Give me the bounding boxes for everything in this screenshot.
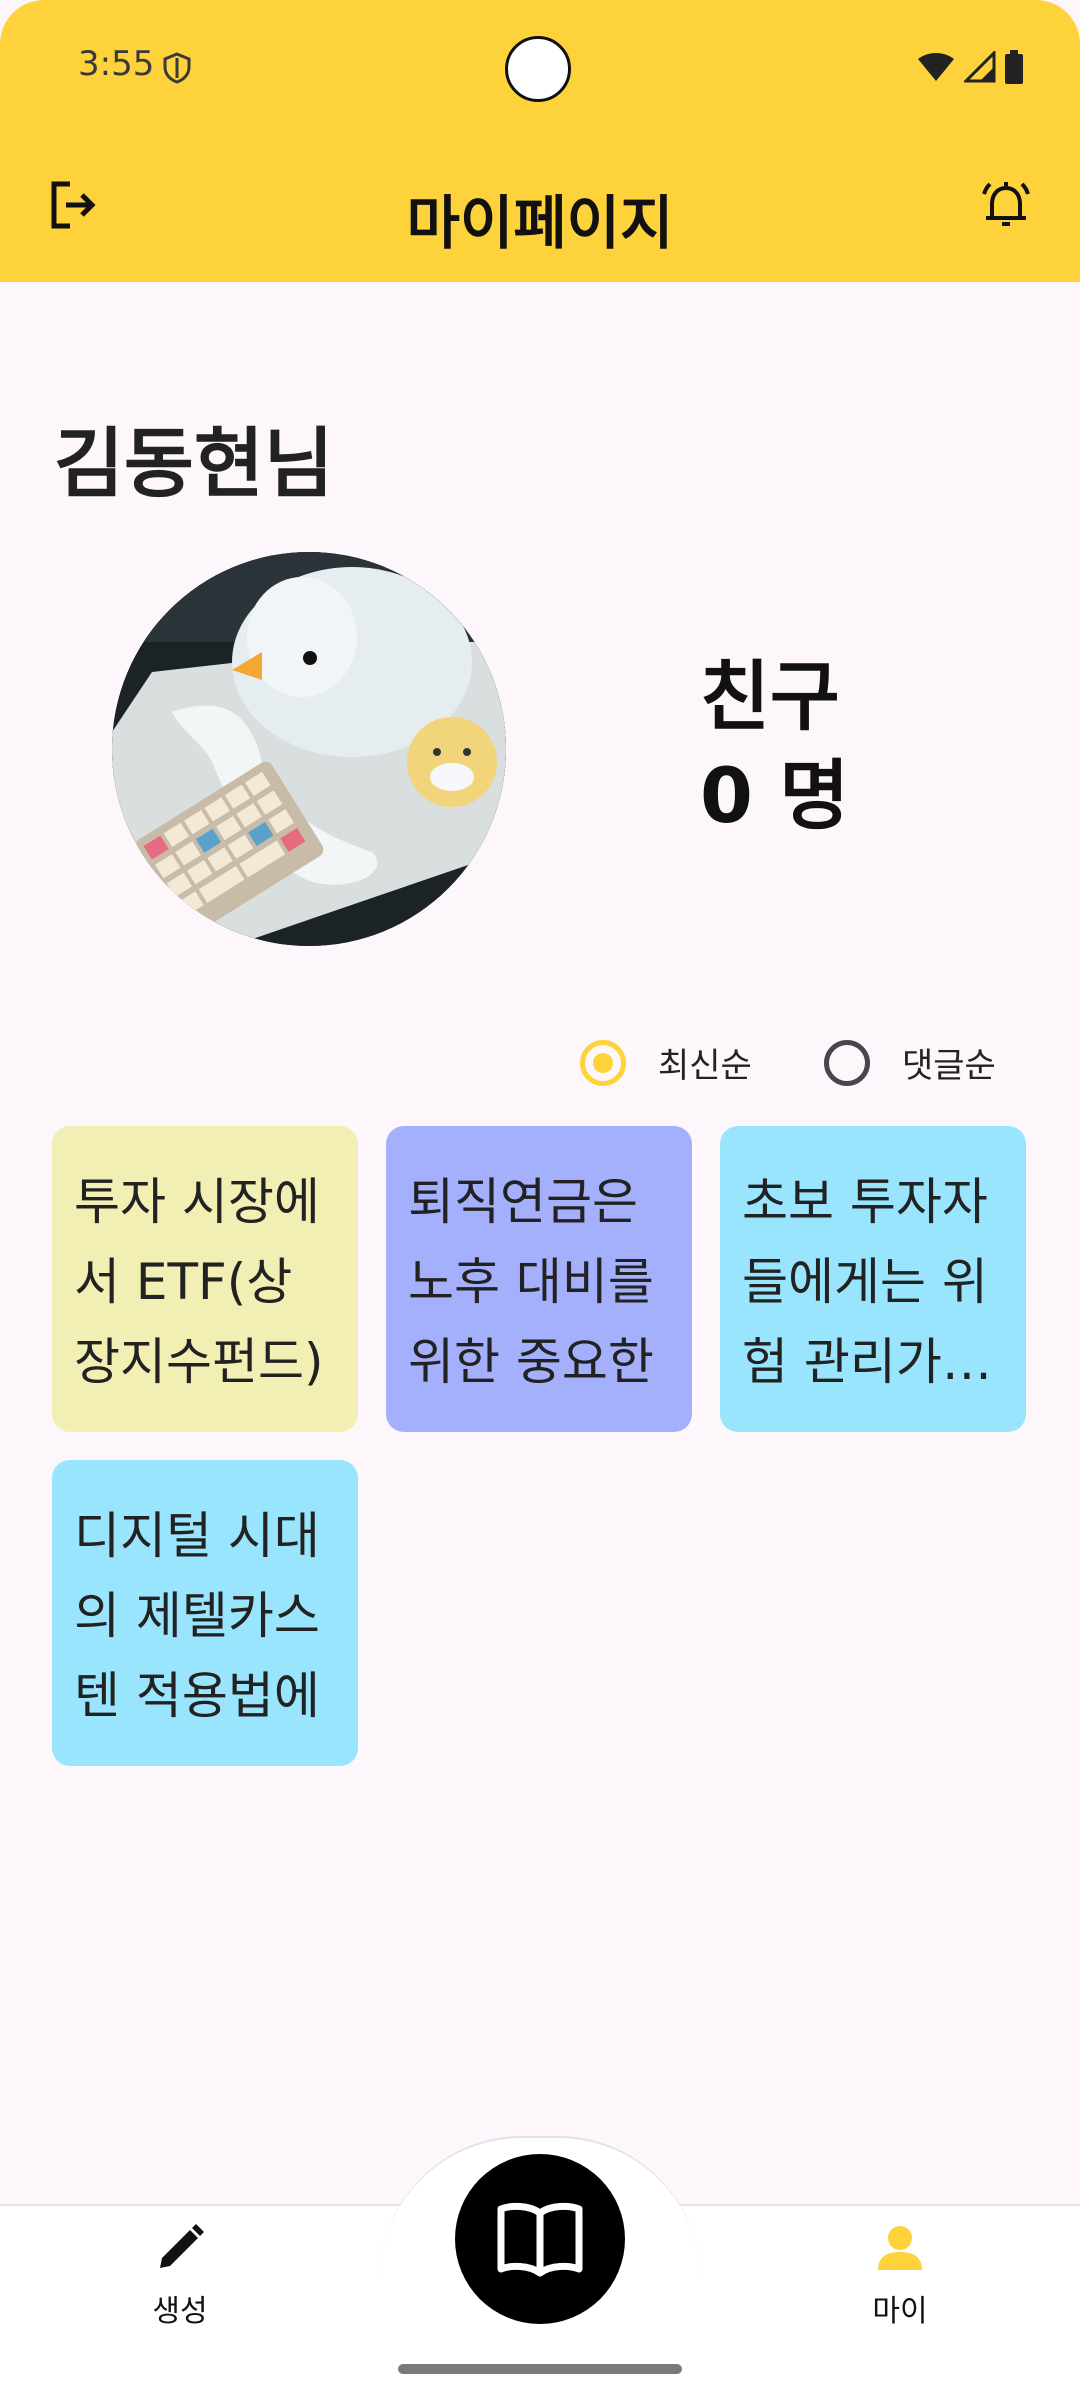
post-card-text: 디지털 시대의 제텔카스텐 적용법에 — [74, 1507, 320, 1725]
friends-label: 친구 — [700, 652, 840, 741]
post-card-text: 초보 투자자들에게는 위험 관리가 가장 — [742, 1173, 1004, 1391]
post-card[interactable]: 퇴직연금은 노후 대비를 위한 중요한 — [386, 1126, 692, 1432]
friends-count: 0 명 — [700, 750, 850, 840]
page-title: 마이페이지 — [406, 189, 674, 257]
radio-unselected[interactable] — [824, 1039, 870, 1086]
user-name: 김동현님 — [54, 419, 334, 508]
signal-icon — [964, 51, 996, 83]
book-button[interactable] — [455, 2154, 625, 2324]
sort-label-latest: 최신순 — [658, 1046, 752, 1086]
wifi-icon — [918, 53, 954, 81]
profile-avatar — [112, 552, 506, 946]
top-app-bar: 3:55 마이페이지 — [0, 0, 1080, 282]
book-icon — [497, 2202, 583, 2277]
post-card[interactable]: 초보 투자자들에게는 위험 관리가 가장 — [720, 1126, 1026, 1432]
post-card-text: 퇴직연금은 노후 대비를 위한 중요한 — [408, 1173, 654, 1391]
battery-icon — [1005, 50, 1023, 84]
shield-icon — [163, 52, 191, 84]
sort-option-latest[interactable]: 최신순 — [580, 1038, 752, 1087]
post-card-text: 투자 시장에서 ETF(상장지수펀드) — [74, 1173, 324, 1391]
front-camera — [505, 36, 571, 102]
sort-label-comments: 댓글순 — [902, 1046, 996, 1086]
post-card[interactable]: 투자 시장에서 ETF(상장지수펀드) — [52, 1126, 358, 1432]
radio-selected[interactable] — [580, 1039, 626, 1086]
gesture-home-bar[interactable] — [398, 2364, 682, 2374]
nav-item-create[interactable]: 생성 — [110, 2220, 250, 2330]
sort-option-comments[interactable]: 댓글순 — [824, 1038, 996, 1087]
pencil-icon — [160, 2224, 204, 2268]
nav-label-create: 생성 — [152, 2294, 208, 2329]
friends-summary: 친구 0 명 — [700, 648, 849, 846]
post-card[interactable]: 디지털 시대의 제텔카스텐 적용법에 — [52, 1460, 358, 1766]
nav-item-my[interactable]: 마이 — [830, 2220, 970, 2330]
person-icon — [878, 2226, 922, 2270]
status-time: 3:55 — [78, 44, 155, 84]
nav-label-my: 마이 — [872, 2294, 928, 2329]
notification-bell-icon[interactable] — [978, 178, 1034, 234]
